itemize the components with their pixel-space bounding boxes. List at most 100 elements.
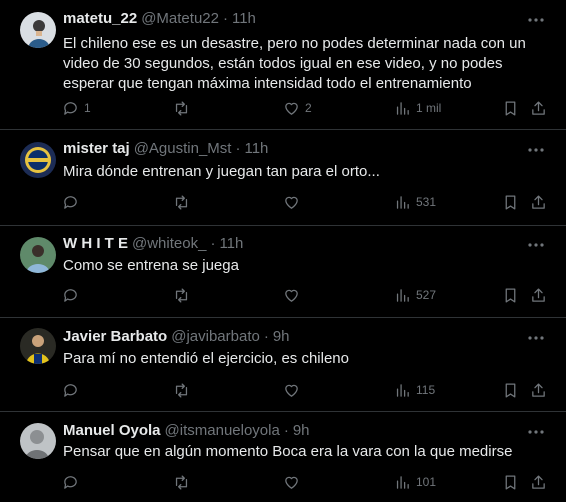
author-name[interactable]: Manuel Oyola: [63, 422, 161, 439]
heart-icon: [285, 384, 298, 397]
more-button[interactable]: [526, 328, 546, 348]
views-count: 527: [416, 288, 437, 302]
separator-dot: ·: [263, 328, 269, 345]
bookmark-button[interactable]: [502, 472, 519, 492]
tweet[interactable]: mister taj @Agustin_Mst · 11h Mira dónde…: [0, 130, 566, 226]
views-chart-icon: [396, 195, 409, 209]
retweet-button[interactable]: [173, 472, 195, 492]
bookmark-icon: [505, 287, 516, 303]
retweet-button[interactable]: [173, 192, 195, 212]
tweet[interactable]: Manuel Oyola @itsmanueloyola · 9h Pensar…: [0, 412, 566, 502]
more-icon: [528, 243, 544, 247]
author-handle[interactable]: @Matetu22: [141, 10, 219, 27]
bookmark-button[interactable]: [502, 192, 519, 212]
retweet-icon: [175, 287, 188, 303]
timestamp[interactable]: 11h: [232, 10, 256, 27]
author-name[interactable]: matetu_22: [63, 10, 137, 27]
retweet-icon: [175, 100, 188, 116]
more-icon: [528, 336, 544, 340]
more-icon: [528, 18, 544, 22]
like-button[interactable]: 2: [283, 98, 312, 118]
avatar[interactable]: [20, 12, 56, 48]
retweet-button[interactable]: [173, 380, 195, 400]
views-button[interactable]: 531: [394, 192, 436, 212]
reply-button[interactable]: [62, 472, 84, 492]
views-chart-icon: [396, 288, 409, 302]
more-button[interactable]: [526, 140, 546, 160]
more-button[interactable]: [526, 10, 546, 30]
author-handle[interactable]: @javibarbato: [171, 328, 260, 345]
reply-button[interactable]: [62, 285, 84, 305]
views-button[interactable]: 1 mil: [394, 98, 441, 118]
like-button[interactable]: [283, 285, 305, 305]
avatar[interactable]: [20, 237, 56, 273]
timestamp[interactable]: 11h: [219, 235, 243, 252]
separator-dot: ·: [283, 422, 289, 439]
reply-feed: matetu_22 @Matetu22 · 11h El chileno ese…: [0, 0, 566, 502]
tweet-text: Pensar que en algún momento Boca era la …: [63, 443, 513, 460]
timestamp[interactable]: 9h: [273, 328, 290, 345]
author-name[interactable]: Javier Barbato: [63, 328, 167, 345]
author-name[interactable]: W H I T E: [63, 235, 128, 252]
share-button[interactable]: [530, 380, 547, 400]
reply-button[interactable]: [62, 380, 84, 400]
share-button[interactable]: [530, 472, 547, 492]
like-button[interactable]: [283, 192, 305, 212]
like-count: 2: [305, 101, 312, 115]
retweet-icon: [175, 382, 188, 398]
share-button[interactable]: [530, 192, 547, 212]
reply-icon: [64, 288, 77, 302]
action-bar: 1 2 1 mil: [0, 98, 566, 118]
more-button[interactable]: [526, 235, 546, 255]
tweet[interactable]: W H I T E @whiteok_ · 11h Como se entren…: [0, 226, 566, 318]
tweet[interactable]: matetu_22 @Matetu22 · 11h El chileno ese…: [0, 0, 566, 130]
more-button[interactable]: [526, 422, 546, 442]
bookmark-icon: [505, 382, 516, 398]
views-count: 1 mil: [416, 101, 442, 115]
views-button[interactable]: 115: [394, 380, 435, 400]
reply-icon: [64, 101, 77, 115]
views-count: 531: [416, 195, 437, 209]
tweet-text: El chileno ese es un desastre, pero no p…: [63, 35, 526, 92]
retweet-button[interactable]: [173, 98, 195, 118]
author-name[interactable]: mister taj: [63, 140, 130, 157]
views-button[interactable]: 101: [394, 472, 436, 492]
bookmark-button[interactable]: [502, 98, 519, 118]
reply-button[interactable]: [62, 192, 84, 212]
bookmark-button[interactable]: [502, 380, 519, 400]
like-button[interactable]: [283, 472, 305, 492]
action-bar: 101: [0, 472, 566, 492]
avatar[interactable]: [20, 423, 56, 459]
tweet[interactable]: Javier Barbato @javibarbato · 9h Para mí…: [0, 318, 566, 412]
reply-button[interactable]: 1: [62, 98, 91, 118]
author-handle[interactable]: @itsmanueloyola: [165, 422, 280, 439]
heart-icon: [285, 196, 298, 209]
bookmark-icon: [505, 100, 516, 116]
bookmark-button[interactable]: [502, 285, 519, 305]
reply-count: 1: [84, 101, 91, 115]
action-bar: 115: [0, 380, 566, 400]
avatar[interactable]: [20, 328, 56, 364]
views-chart-icon: [396, 101, 409, 115]
tweet-text: Para mí no entendió el ejercicio, es chi…: [63, 350, 349, 367]
bookmark-icon: [505, 474, 516, 490]
retweet-icon: [175, 474, 188, 490]
action-bar: 531: [0, 192, 566, 212]
like-button[interactable]: [283, 380, 305, 400]
retweet-button[interactable]: [173, 285, 195, 305]
reply-icon: [64, 475, 77, 489]
share-button[interactable]: [530, 98, 547, 118]
author-handle[interactable]: @whiteok_: [132, 235, 206, 252]
timestamp[interactable]: 11h: [244, 140, 268, 157]
share-icon: [532, 194, 545, 209]
avatar[interactable]: [20, 142, 56, 178]
author-handle[interactable]: @Agustin_Mst: [134, 140, 232, 157]
timestamp[interactable]: 9h: [293, 422, 310, 439]
share-button[interactable]: [530, 285, 547, 305]
share-icon: [532, 287, 545, 302]
share-icon: [532, 382, 545, 397]
separator-dot: ·: [210, 235, 216, 252]
views-button[interactable]: 527: [394, 285, 436, 305]
tweet-text: Mira dónde entrenan y juegan tan para el…: [63, 163, 380, 180]
tweet-text: Como se entrena se juega: [63, 257, 239, 274]
